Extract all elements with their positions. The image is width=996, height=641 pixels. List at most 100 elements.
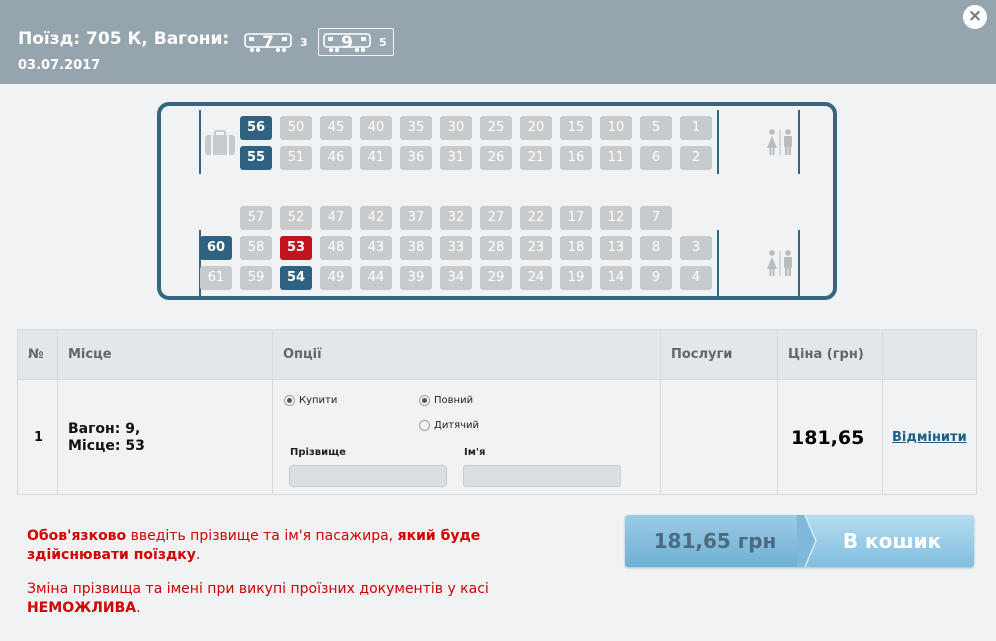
booking-table: № Місце Опції Послуги Ціна (грн) 1 Вагон…: [17, 329, 977, 495]
wagon-icon: 9: [323, 31, 371, 53]
wagon-number: 7: [262, 33, 274, 53]
seat-35: 35: [400, 116, 432, 140]
option-full[interactable]: Повний: [419, 390, 473, 409]
seat-13: 13: [600, 236, 632, 260]
train-title: Поїзд: 705 К, Вагони:: [18, 29, 230, 49]
notice-text: Зміна прізвища та імені при викупі проїз…: [27, 581, 489, 597]
header-bar: Поїзд: 705 К, Вагони: 03.07.2017 7 3 9 5: [0, 0, 996, 84]
seat-25: 25: [480, 116, 512, 140]
seat-44: 44: [360, 266, 392, 290]
wagon-number: 9: [341, 33, 353, 53]
col-header-price: Ціна (грн): [778, 330, 883, 379]
surname-input[interactable]: [289, 465, 447, 487]
cell-price: 181,65: [778, 379, 883, 494]
seat-19: 19: [560, 266, 592, 290]
seat-4: 4: [680, 266, 712, 290]
notice-strong: НЕМОЖЛИВА: [27, 600, 137, 616]
option-child[interactable]: Дитячий: [419, 415, 479, 434]
seat-39: 39: [400, 266, 432, 290]
car-seat-map: 56 50 45 40 35 30 25 20 15 10 5 1 55 51 46 41 36 31 26 21 16…: [157, 102, 837, 300]
seat-9: 9: [640, 266, 672, 290]
notice-name-change: Зміна прізвища та імені при викупі проїз…: [27, 580, 547, 618]
col-header-num: №: [18, 330, 58, 379]
seat-20: 20: [520, 116, 552, 140]
seat-58: 58: [240, 236, 272, 260]
seat-50: 50: [280, 116, 312, 140]
seat-37: 37: [400, 206, 432, 230]
seat-56[interactable]: 56: [240, 116, 272, 140]
cell-actions: Відмінити: [883, 379, 976, 494]
option-buy[interactable]: Купити: [284, 390, 337, 409]
seat-51: 51: [280, 146, 312, 170]
col-header-options: Опції: [273, 330, 661, 379]
seat-1: 1: [680, 116, 712, 140]
seat-31: 31: [440, 146, 472, 170]
cancel-link[interactable]: Відмінити: [892, 430, 967, 445]
notice-text: введіть прізвище та ім'я пасажира,: [126, 528, 398, 544]
row-number: 1: [34, 430, 44, 445]
col-header-place: Місце: [58, 330, 273, 379]
seat-30: 30: [440, 116, 472, 140]
add-to-cart-button[interactable]: 181,65 грн В кошик: [625, 515, 974, 567]
compartment-wall: [717, 230, 719, 296]
close-icon[interactable]: ×: [963, 5, 987, 29]
seat-60[interactable]: 60: [200, 236, 232, 260]
seat-10: 10: [600, 116, 632, 140]
seat-38: 38: [400, 236, 432, 260]
wagon-button-7[interactable]: 7 3: [240, 28, 312, 56]
seat-16: 16: [560, 146, 592, 170]
seat-61: 61: [200, 266, 232, 290]
cell-num: 1: [18, 379, 58, 494]
surname-label: Прізвище: [290, 447, 346, 458]
seat-48: 48: [320, 236, 352, 260]
seat-57: 57: [240, 206, 272, 230]
seat-17: 17: [560, 206, 592, 230]
seat-11: 11: [600, 146, 632, 170]
seat-14: 14: [600, 266, 632, 290]
seat-42: 42: [360, 206, 392, 230]
seat-45: 45: [320, 116, 352, 140]
seat-33: 33: [440, 236, 472, 260]
compartment-wall: [199, 110, 201, 174]
option-full-label: Повний: [434, 395, 474, 406]
add-to-cart-label: В кошик: [842, 529, 942, 553]
toilet-icon: [765, 128, 795, 160]
seat-55[interactable]: 55: [240, 146, 272, 170]
radio-child[interactable]: [419, 420, 430, 431]
seat-36: 36: [400, 146, 432, 170]
option-child-label: Дитячий: [434, 420, 480, 431]
seat-47: 47: [320, 206, 352, 230]
cart-total-price: 181,65 грн: [625, 515, 805, 567]
seat-43: 43: [360, 236, 392, 260]
radio-buy[interactable]: [284, 395, 295, 406]
seat-15: 15: [560, 116, 592, 140]
notice-text: .: [136, 600, 141, 616]
option-buy-label: Купити: [299, 395, 338, 406]
notice-text: .: [195, 547, 201, 563]
cell-place: Вагон: 9, Місце: 53: [58, 379, 273, 494]
seat-27: 27: [480, 206, 512, 230]
name-input[interactable]: [463, 465, 621, 487]
price-value: 181,65: [791, 427, 865, 449]
seat-22: 22: [520, 206, 552, 230]
seat-54[interactable]: 54: [280, 266, 312, 290]
seat-29: 29: [480, 266, 512, 290]
seat-49: 49: [320, 266, 352, 290]
name-label: Ім'я: [464, 447, 486, 458]
seat-23: 23: [520, 236, 552, 260]
seat-7: 7: [640, 206, 672, 230]
seat-34: 34: [440, 266, 472, 290]
radio-full[interactable]: [419, 395, 430, 406]
seat-8: 8: [640, 236, 672, 260]
seat-3: 3: [680, 236, 712, 260]
seat-53[interactable]: 53: [280, 236, 312, 260]
compartment-wall: [798, 110, 800, 174]
wagon-button-9[interactable]: 9 5: [318, 28, 394, 56]
seat-41: 41: [360, 146, 392, 170]
seat-46: 46: [320, 146, 352, 170]
seat-2: 2: [680, 146, 712, 170]
luggage-icon: [204, 130, 236, 160]
seat-12: 12: [600, 206, 632, 230]
seat-18: 18: [560, 236, 592, 260]
seat-21: 21: [520, 146, 552, 170]
